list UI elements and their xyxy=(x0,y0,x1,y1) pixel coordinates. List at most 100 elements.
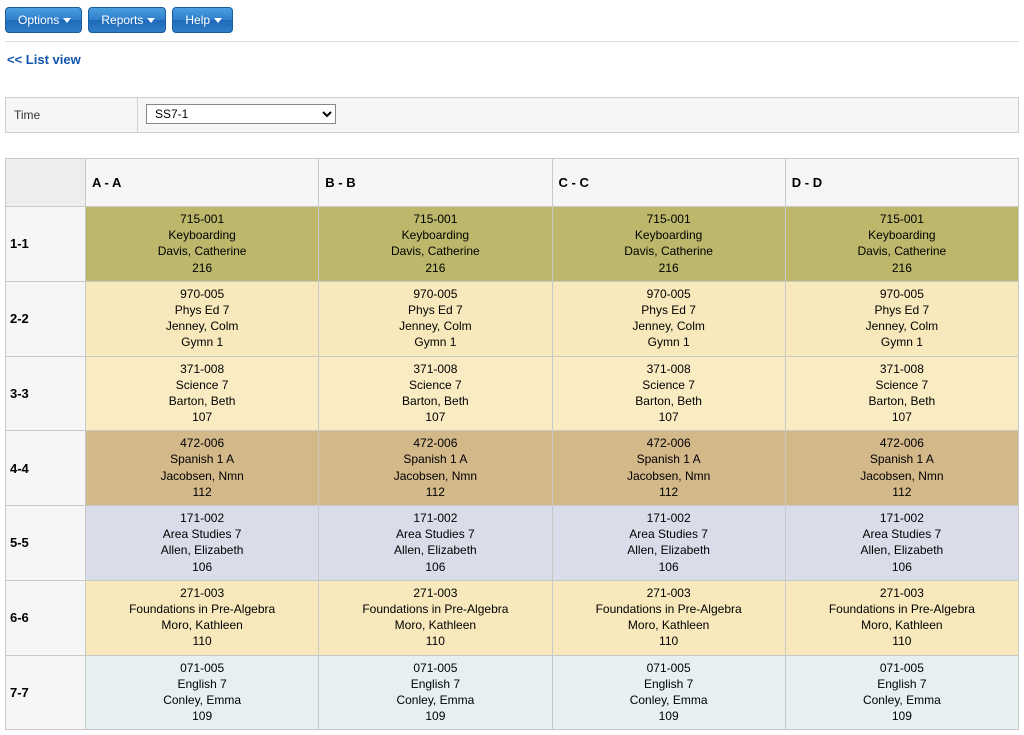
cell-code: 071-005 xyxy=(90,660,314,676)
cell-course: Spanish 1 A xyxy=(557,451,781,467)
cell-room: 112 xyxy=(557,484,781,500)
cell-course: Phys Ed 7 xyxy=(557,302,781,318)
schedule-row: 5-5171-002Area Studies 7Allen, Elizabeth… xyxy=(6,506,1019,581)
schedule-cell[interactable]: 472-006Spanish 1 AJacobsen, Nmn112 xyxy=(552,431,785,506)
cell-code: 371-008 xyxy=(790,361,1014,377)
cell-room: 106 xyxy=(790,559,1014,575)
schedule-cell[interactable]: 071-005English 7Conley, Emma109 xyxy=(319,655,552,730)
cell-teacher: Conley, Emma xyxy=(323,692,547,708)
cell-teacher: Davis, Catherine xyxy=(790,243,1014,259)
schedule-cell[interactable]: 071-005English 7Conley, Emma109 xyxy=(785,655,1018,730)
filter-bar: Time SS7-1 xyxy=(5,97,1019,133)
schedule-cell[interactable]: 715-001KeyboardingDavis, Catherine216 xyxy=(552,207,785,282)
cell-teacher: Barton, Beth xyxy=(790,393,1014,409)
schedule-cell[interactable]: 472-006Spanish 1 AJacobsen, Nmn112 xyxy=(785,431,1018,506)
cell-teacher: Davis, Catherine xyxy=(90,243,314,259)
cell-code: 271-003 xyxy=(323,585,547,601)
schedule-cell[interactable]: 371-008Science 7Barton, Beth107 xyxy=(552,356,785,431)
schedule-cell[interactable]: 071-005English 7Conley, Emma109 xyxy=(552,655,785,730)
schedule-cell[interactable]: 171-002Area Studies 7Allen, Elizabeth106 xyxy=(319,506,552,581)
schedule-cell[interactable]: 715-001KeyboardingDavis, Catherine216 xyxy=(785,207,1018,282)
schedule-cell[interactable]: 071-005English 7Conley, Emma109 xyxy=(86,655,319,730)
cell-code: 371-008 xyxy=(323,361,547,377)
cell-course: Keyboarding xyxy=(557,227,781,243)
cell-code: 970-005 xyxy=(557,286,781,302)
cell-teacher: Jenney, Colm xyxy=(323,318,547,334)
schedule-cell[interactable]: 715-001KeyboardingDavis, Catherine216 xyxy=(86,207,319,282)
row-header: 4-4 xyxy=(6,431,86,506)
cell-room: 109 xyxy=(323,708,547,724)
cell-course: Spanish 1 A xyxy=(90,451,314,467)
schedule-cell[interactable]: 371-008Science 7Barton, Beth107 xyxy=(785,356,1018,431)
cell-course: Area Studies 7 xyxy=(90,526,314,542)
cell-course: Phys Ed 7 xyxy=(323,302,547,318)
cell-room: 106 xyxy=(90,559,314,575)
cell-code: 071-005 xyxy=(790,660,1014,676)
cell-code: 171-002 xyxy=(790,510,1014,526)
reports-menu-label: Reports xyxy=(101,13,143,27)
cell-course: Spanish 1 A xyxy=(323,451,547,467)
cell-room: 216 xyxy=(790,260,1014,276)
cell-course: Area Studies 7 xyxy=(790,526,1014,542)
cell-room: 109 xyxy=(790,708,1014,724)
options-menu-button[interactable]: Options xyxy=(5,7,82,33)
cell-teacher: Moro, Kathleen xyxy=(790,617,1014,633)
schedule-cell[interactable]: 271-003Foundations in Pre-AlgebraMoro, K… xyxy=(552,580,785,655)
schedule-row: 6-6271-003Foundations in Pre-AlgebraMoro… xyxy=(6,580,1019,655)
schedule-cell[interactable]: 371-008Science 7Barton, Beth107 xyxy=(86,356,319,431)
schedule-cell[interactable]: 171-002Area Studies 7Allen, Elizabeth106 xyxy=(552,506,785,581)
schedule-cell[interactable]: 271-003Foundations in Pre-AlgebraMoro, K… xyxy=(785,580,1018,655)
cell-room: 107 xyxy=(557,409,781,425)
schedule-row: 3-3371-008Science 7Barton, Beth107371-00… xyxy=(6,356,1019,431)
cell-room: 110 xyxy=(323,633,547,649)
cell-teacher: Conley, Emma xyxy=(557,692,781,708)
cell-room: 107 xyxy=(323,409,547,425)
cell-room: 110 xyxy=(90,633,314,649)
cell-teacher: Allen, Elizabeth xyxy=(790,542,1014,558)
cell-room: 110 xyxy=(557,633,781,649)
cell-course: Science 7 xyxy=(90,377,314,393)
help-menu-button[interactable]: Help xyxy=(172,7,233,33)
cell-room: 110 xyxy=(790,633,1014,649)
schedule-cell[interactable]: 970-005Phys Ed 7Jenney, ColmGymn 1 xyxy=(86,281,319,356)
time-select[interactable]: SS7-1 xyxy=(146,104,336,124)
cell-room: 216 xyxy=(323,260,547,276)
cell-code: 715-001 xyxy=(90,211,314,227)
schedule-cell[interactable]: 271-003Foundations in Pre-AlgebraMoro, K… xyxy=(319,580,552,655)
cell-teacher: Jenney, Colm xyxy=(790,318,1014,334)
col-header: D - D xyxy=(785,159,1018,207)
cell-course: Phys Ed 7 xyxy=(90,302,314,318)
cell-code: 472-006 xyxy=(790,435,1014,451)
schedule-cell[interactable]: 472-006Spanish 1 AJacobsen, Nmn112 xyxy=(319,431,552,506)
cell-teacher: Conley, Emma xyxy=(790,692,1014,708)
schedule-row: 1-1715-001KeyboardingDavis, Catherine216… xyxy=(6,207,1019,282)
cell-code: 371-008 xyxy=(557,361,781,377)
list-view-link[interactable]: << List view xyxy=(7,52,81,67)
filter-label-time: Time xyxy=(6,98,138,132)
reports-menu-button[interactable]: Reports xyxy=(88,7,166,33)
schedule-cell[interactable]: 715-001KeyboardingDavis, Catherine216 xyxy=(319,207,552,282)
cell-room: 216 xyxy=(557,260,781,276)
schedule-cell[interactable]: 171-002Area Studies 7Allen, Elizabeth106 xyxy=(86,506,319,581)
cell-teacher: Davis, Catherine xyxy=(557,243,781,259)
cell-course: English 7 xyxy=(557,676,781,692)
schedule-cell[interactable]: 970-005Phys Ed 7Jenney, ColmGymn 1 xyxy=(552,281,785,356)
cell-room: 112 xyxy=(790,484,1014,500)
cell-teacher: Jacobsen, Nmn xyxy=(557,468,781,484)
schedule-cell[interactable]: 271-003Foundations in Pre-AlgebraMoro, K… xyxy=(86,580,319,655)
col-header: C - C xyxy=(552,159,785,207)
schedule-cell[interactable]: 171-002Area Studies 7Allen, Elizabeth106 xyxy=(785,506,1018,581)
cell-code: 715-001 xyxy=(790,211,1014,227)
cell-room: Gymn 1 xyxy=(557,334,781,350)
schedule-cell[interactable]: 472-006Spanish 1 AJacobsen, Nmn112 xyxy=(86,431,319,506)
schedule-cell[interactable]: 371-008Science 7Barton, Beth107 xyxy=(319,356,552,431)
cell-code: 271-003 xyxy=(557,585,781,601)
cell-teacher: Jenney, Colm xyxy=(90,318,314,334)
schedule-cell[interactable]: 970-005Phys Ed 7Jenney, ColmGymn 1 xyxy=(785,281,1018,356)
cell-teacher: Davis, Catherine xyxy=(323,243,547,259)
cell-room: 216 xyxy=(90,260,314,276)
cell-course: English 7 xyxy=(790,676,1014,692)
cell-room: Gymn 1 xyxy=(323,334,547,350)
schedule-cell[interactable]: 970-005Phys Ed 7Jenney, ColmGymn 1 xyxy=(319,281,552,356)
cell-course: Keyboarding xyxy=(790,227,1014,243)
